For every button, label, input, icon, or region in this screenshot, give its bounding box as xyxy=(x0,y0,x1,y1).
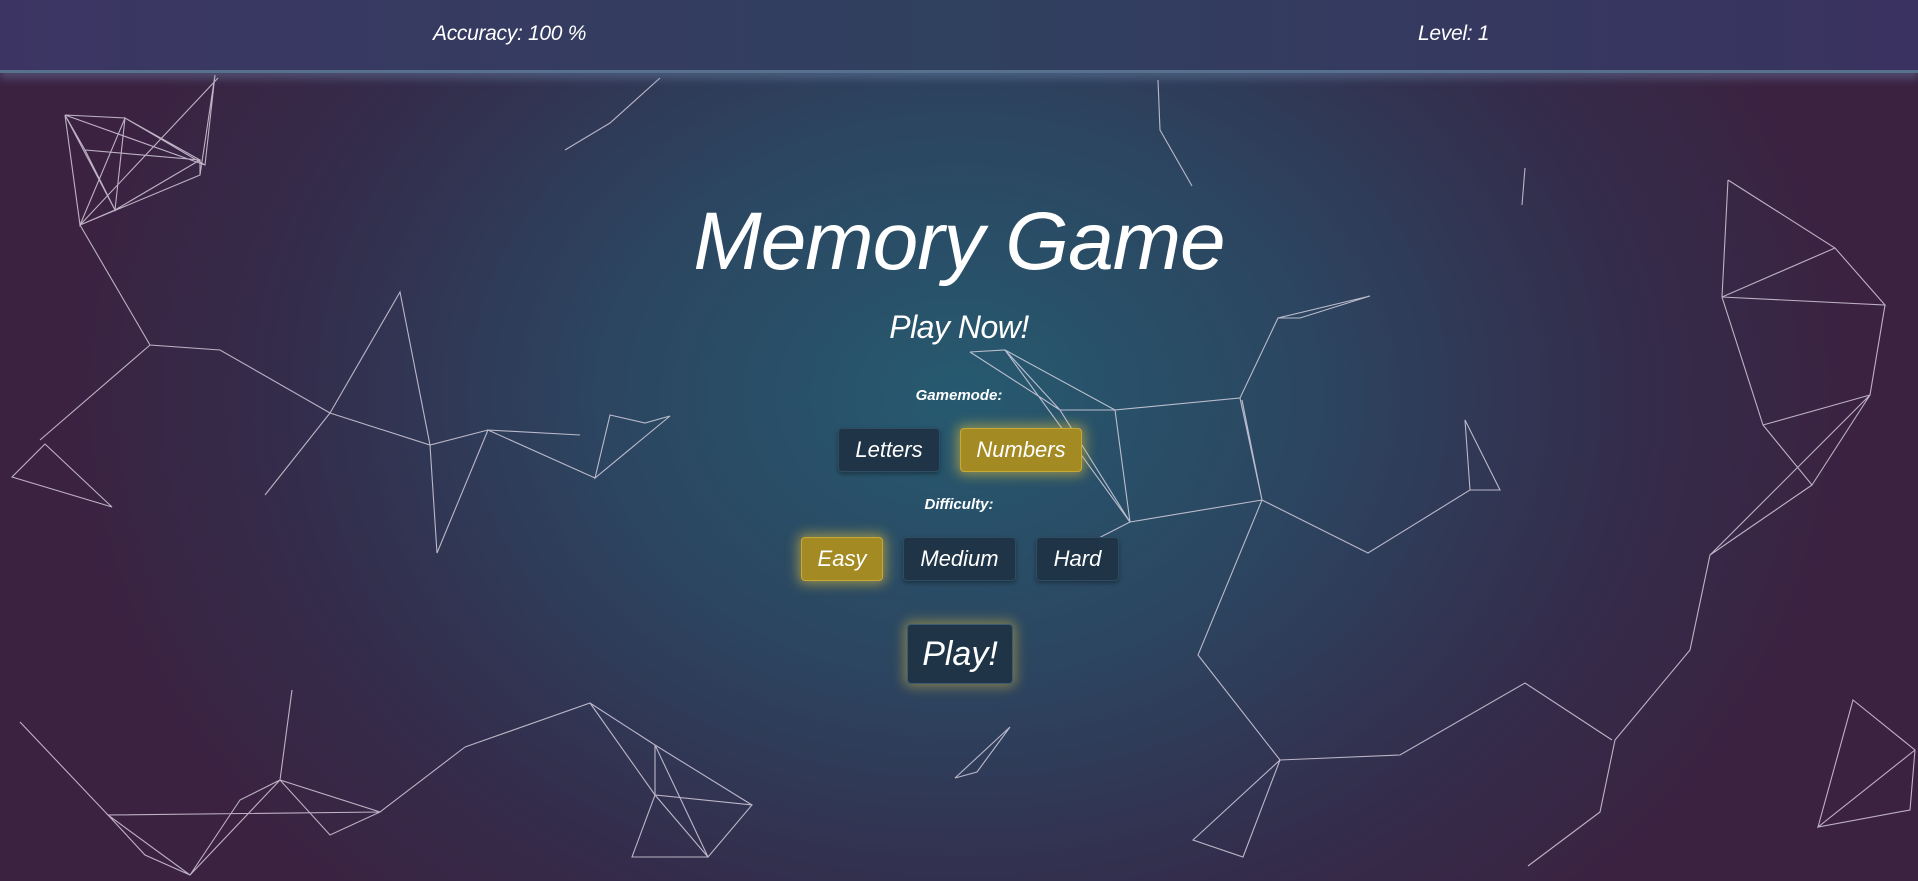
top-status-bar: Accuracy: 100 % Level: 1 xyxy=(0,0,1918,73)
gamemode-letters-button[interactable]: Letters xyxy=(838,428,940,472)
particle-network-background xyxy=(10,74,1916,876)
difficulty-easy-button[interactable]: Easy xyxy=(801,537,883,581)
difficulty-label: Difficulty: xyxy=(924,496,994,513)
page-title: Memory Game xyxy=(693,196,1225,287)
accuracy-readout: Accuracy: 100 % xyxy=(433,22,587,45)
level-readout: Level: 1 xyxy=(1418,22,1490,45)
page-subtitle: Play Now! xyxy=(889,309,1029,345)
difficulty-hard-button[interactable]: Hard xyxy=(1036,537,1119,581)
gamemode-numbers-button[interactable]: Numbers xyxy=(960,428,1082,472)
difficulty-medium-button[interactable]: Medium xyxy=(903,537,1016,581)
play-button[interactable]: Play! xyxy=(907,624,1013,684)
gamemode-label: Gamemode: xyxy=(915,387,1003,404)
